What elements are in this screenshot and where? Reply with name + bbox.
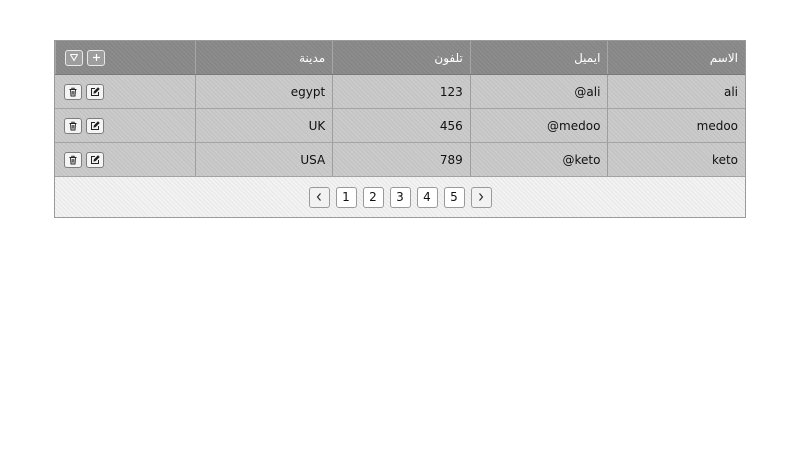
header-controls [55,41,195,74]
table-header: الاسم ايميل تلفون مدينة [55,41,745,75]
cell-phone: 123 [332,75,470,108]
page-button-4[interactable]: 4 [416,186,438,208]
table-row[interactable]: keto keto@ 789 USA [55,143,745,177]
cell-city: UK [194,109,333,142]
trash-icon [69,87,77,96]
filter-icon [69,53,79,62]
page-button-1[interactable]: 1 [335,186,357,208]
filter-button[interactable] [65,49,84,66]
prev-page-button[interactable] [308,186,330,208]
edit-icon [91,154,100,164]
delete-button[interactable] [64,117,83,134]
chevron-right-icon [479,193,484,201]
cell-phone: 789 [332,143,470,176]
cell-name: keto [607,143,745,176]
data-grid: الاسم ايميل تلفون مدينة ali ali@ 123 egy… [54,40,746,218]
column-header-phone[interactable]: تلفون [332,41,470,74]
trash-icon [69,121,77,130]
add-row-button[interactable] [87,49,106,66]
cell-phone: 456 [332,109,470,142]
cell-city: USA [194,143,333,176]
column-header-email[interactable]: ايميل [469,41,608,74]
cell-email: medoo@ [469,109,608,142]
pagination: 1 2 3 4 5 [55,177,745,217]
row-controls [55,109,195,142]
row-controls [55,143,195,176]
column-header-city[interactable]: مدينة [194,41,333,74]
edit-button[interactable] [86,151,105,168]
row-controls [55,75,195,108]
edit-button[interactable] [86,83,105,100]
table-row[interactable]: medoo medoo@ 456 UK [55,109,745,143]
delete-button[interactable] [64,151,83,168]
table-row[interactable]: ali ali@ 123 egypt [55,75,745,109]
cell-name: ali [607,75,745,108]
cell-name: medoo [607,109,745,142]
cell-email: ali@ [469,75,608,108]
edit-icon [91,120,100,130]
plus-icon [92,54,100,61]
page-button-5[interactable]: 5 [443,186,465,208]
page-button-2[interactable]: 2 [362,186,384,208]
page-button-3[interactable]: 3 [389,186,411,208]
cell-email: keto@ [469,143,608,176]
column-header-name[interactable]: الاسم [607,41,745,74]
edit-button[interactable] [86,117,105,134]
cell-city: egypt [194,75,333,108]
next-page-button[interactable] [470,186,492,208]
trash-icon [69,155,77,164]
chevron-left-icon [316,193,321,201]
edit-icon [91,86,100,96]
delete-button[interactable] [64,83,83,100]
